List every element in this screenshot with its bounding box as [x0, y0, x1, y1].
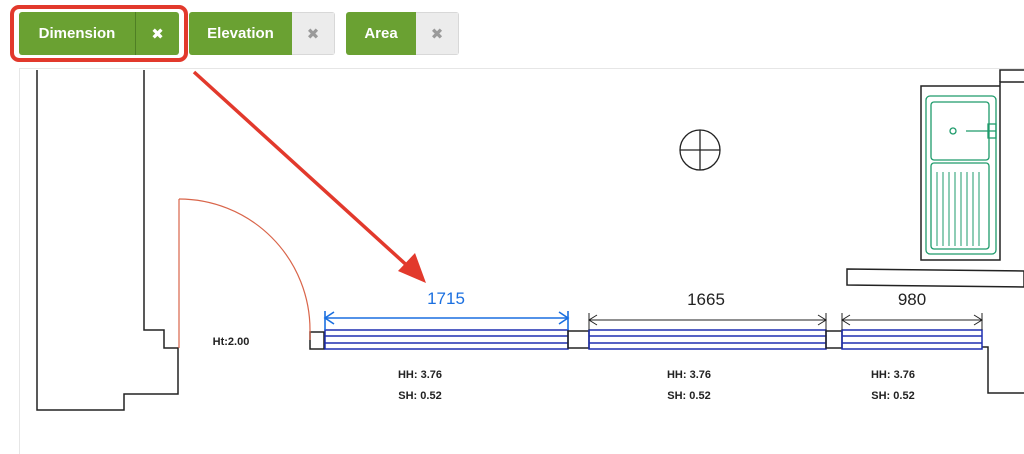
window-3[interactable] — [841, 329, 983, 350]
window-3-sill-height: SH: 0.52 — [871, 390, 914, 402]
callout-arrow — [192, 70, 426, 283]
window-1[interactable] — [324, 329, 569, 350]
compass-icon — [679, 129, 721, 171]
window-2[interactable] — [588, 329, 827, 350]
dimension-value-3[interactable]: 980 — [898, 290, 926, 309]
left-wall — [36, 70, 325, 411]
dimension-line-2[interactable] — [588, 313, 827, 330]
window-1-head-height: HH: 3.76 — [398, 369, 442, 381]
dimension-line-1[interactable] — [323, 311, 570, 330]
window-2-head-height: HH: 3.76 — [667, 369, 711, 381]
mullion-2 — [825, 330, 843, 349]
sink-icon — [925, 95, 997, 255]
window-3-head-height: HH: 3.76 — [871, 369, 915, 381]
window-2-sill-height: SH: 0.52 — [667, 390, 710, 402]
floor-plan-drawing: Ht:2.00 1715 1665 980 HH: 3.76 SH: 0.52 … — [36, 69, 1024, 411]
window-1-sill-height: SH: 0.52 — [398, 390, 441, 402]
dimension-value-2[interactable]: 1665 — [687, 290, 725, 309]
door-height-label: Ht:2.00 — [213, 336, 250, 348]
right-wall — [846, 69, 1024, 394]
window-labels: HH: 3.76 SH: 0.52 HH: 3.76 SH: 0.52 HH: … — [398, 369, 915, 402]
dimension-line-3[interactable] — [841, 313, 983, 330]
mullion-1 — [567, 330, 590, 349]
dimension-value-1[interactable]: 1715 — [427, 289, 465, 308]
door-swing — [178, 198, 311, 348]
